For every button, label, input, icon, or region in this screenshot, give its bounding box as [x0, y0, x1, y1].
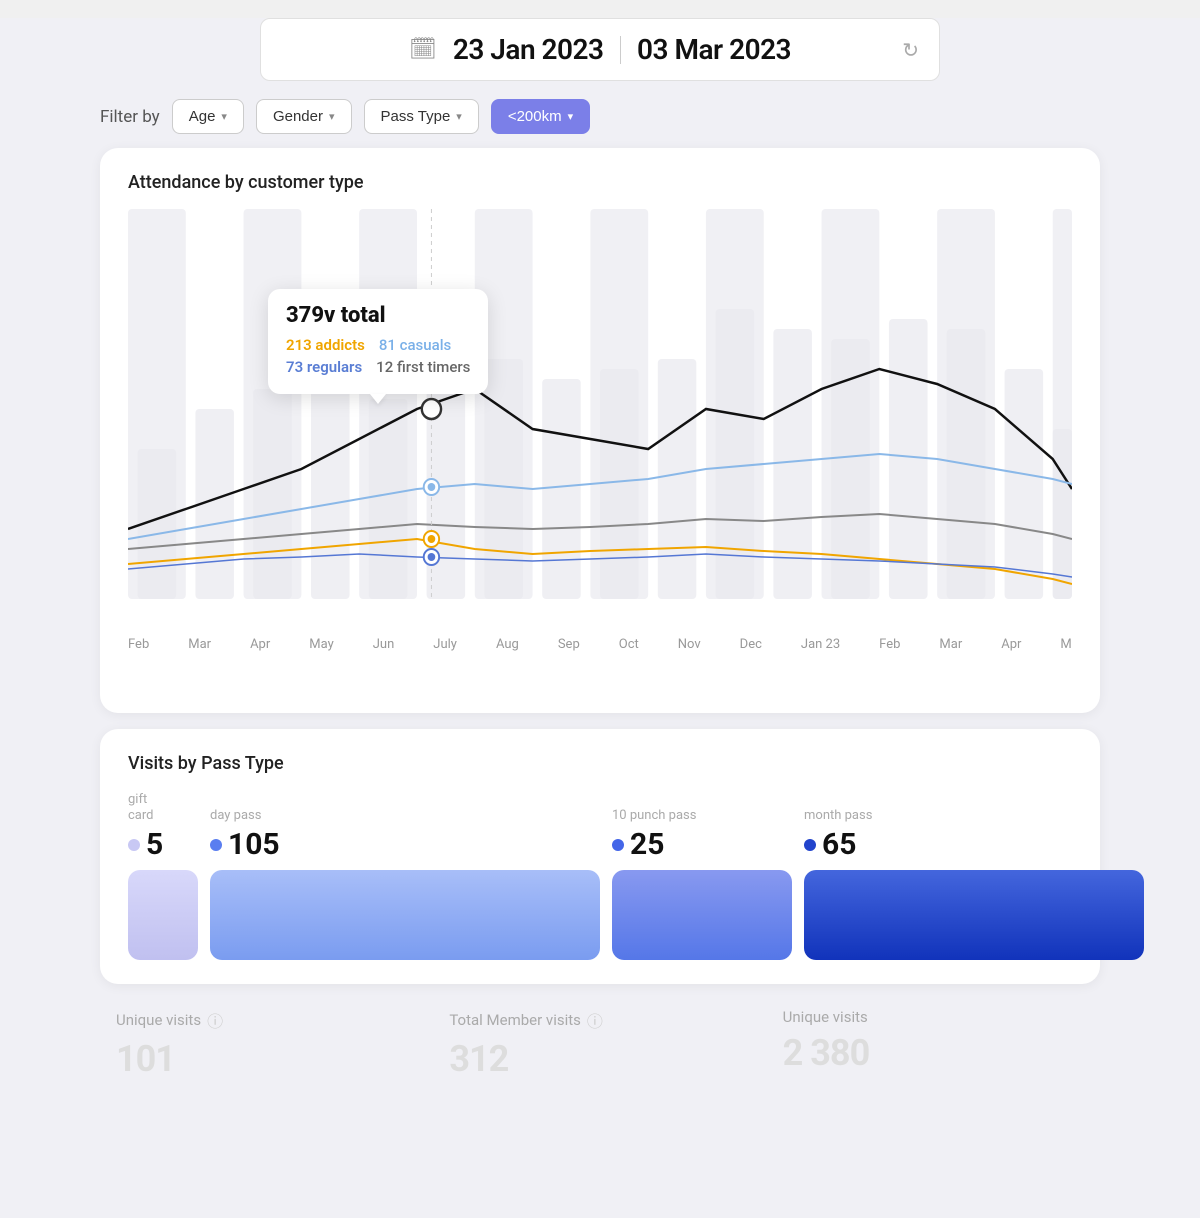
pass-count-gift: 5: [146, 827, 163, 862]
chevron-down-icon: ▾: [329, 110, 335, 123]
tooltip-firsttimers: 12 first timers: [376, 358, 470, 376]
pass-dot-gift: [128, 839, 140, 851]
pass-label-month: month pass: [804, 808, 872, 824]
pass-dot-punch: [612, 839, 624, 851]
x-label-july: July: [433, 637, 457, 652]
pass-col-punch: 10 punch pass 25: [612, 808, 792, 961]
pass-count-day: 105: [228, 827, 280, 862]
x-label-jun: Jun: [373, 637, 395, 652]
x-label-aug: Aug: [496, 637, 519, 652]
chevron-down-icon: ▾: [456, 110, 462, 123]
stat-col-member: Total Member visits ⓘ 312: [433, 1008, 766, 1080]
x-label-nov: Nov: [678, 637, 701, 652]
pass-count-row-month: 65: [804, 827, 856, 862]
stat-label-unique2: Unique visits: [783, 1008, 1084, 1026]
visits-title: Visits by Pass Type: [128, 753, 1072, 774]
pass-bar-day: [210, 870, 600, 960]
filter-gender-button[interactable]: Gender ▾: [256, 99, 352, 134]
tooltip-casuals: 81 casuals: [379, 336, 451, 354]
end-date[interactable]: 03 Mar 2023: [637, 33, 791, 66]
x-label-apr2: Apr: [1001, 637, 1021, 652]
pass-label-gift: gift card: [128, 792, 154, 823]
pass-count-row-day: 105: [210, 827, 280, 862]
tooltip-row-2: 73 regulars 12 first timers: [286, 358, 470, 376]
tooltip-row-1: 213 addicts 81 casuals: [286, 336, 470, 354]
pass-grid: gift card 5 day pass 105 10 punch pass: [128, 792, 1072, 960]
pass-bar-month: [804, 870, 1144, 960]
filter-passtype-button[interactable]: Pass Type ▾: [364, 99, 479, 134]
pass-col-day: day pass 105: [210, 808, 600, 961]
attendance-card: Attendance by customer type 379v total 2…: [100, 148, 1100, 713]
pass-bar-gift: [128, 870, 198, 960]
pass-count-row-punch: 25: [612, 827, 664, 862]
pass-count-month: 65: [822, 827, 856, 862]
filter-age-button[interactable]: Age ▾: [172, 99, 244, 134]
tooltip-arrow: [370, 394, 386, 404]
chevron-down-icon: ▾: [221, 110, 227, 123]
pass-col-month: month pass 65: [804, 808, 1144, 961]
x-label-oct: Oct: [619, 637, 639, 652]
x-label-may: May: [309, 637, 333, 652]
chart-tooltip: 379v total 213 addicts 81 casuals 73 reg…: [268, 289, 488, 394]
attendance-title: Attendance by customer type: [128, 172, 1072, 193]
x-label-apr: Apr: [250, 637, 270, 652]
pass-count-row-gift: 5: [128, 827, 163, 862]
x-label-dec: Dec: [740, 637, 762, 652]
x-axis-labels: Feb Mar Apr May Jun July Aug Sep Oct Nov…: [128, 633, 1072, 652]
pass-count-punch: 25: [630, 827, 664, 862]
stat-col-unique2: Unique visits 2 380: [767, 1008, 1100, 1080]
visits-card: Visits by Pass Type gift card 5 day pass…: [100, 729, 1100, 984]
attendance-svg-chart: [128, 209, 1072, 629]
pass-col-gift: gift card 5: [128, 792, 198, 960]
filter-distance-button[interactable]: <200km ▾: [491, 99, 590, 134]
stat-col-unique: Unique visits ⓘ 101: [100, 1008, 433, 1080]
start-date[interactable]: 23 Jan 2023: [453, 33, 604, 66]
date-divider: [620, 36, 622, 64]
pass-label-day: day pass: [210, 808, 261, 824]
pass-label-punch: 10 punch pass: [612, 808, 696, 824]
stat-value-unique2: 2 380: [783, 1032, 1084, 1074]
x-label-jan23: Jan 23: [801, 637, 840, 652]
pass-bar-punch: [612, 870, 792, 960]
stat-value-unique: 101: [116, 1038, 417, 1080]
info-icon-1[interactable]: ⓘ: [207, 1008, 223, 1032]
x-label-mar2: Mar: [939, 637, 962, 652]
filter-label: Filter by: [100, 107, 160, 127]
tooltip-addicts: 213 addicts: [286, 336, 365, 354]
stat-label-member: Total Member visits ⓘ: [449, 1008, 750, 1032]
tooltip-regulars: 73 regulars: [286, 358, 362, 376]
chevron-down-icon: ▾: [568, 110, 574, 123]
filter-row: Filter by Age ▾ Gender ▾ Pass Type ▾ <20…: [0, 81, 1200, 148]
tooltip-total: 379v total: [286, 303, 470, 328]
x-label-feb: Feb: [128, 637, 149, 652]
date-range-bar: 🗓 23 Jan 2023 03 Mar 2023 ↻: [260, 18, 940, 81]
stat-label-unique: Unique visits ⓘ: [116, 1008, 417, 1032]
x-label-sep: Sep: [558, 637, 580, 652]
x-label-mar: Mar: [188, 637, 211, 652]
calendar-icon: 🗓: [409, 37, 437, 62]
pass-dot-month: [804, 839, 816, 851]
x-label-m: M: [1060, 637, 1071, 652]
pass-dot-day: [210, 839, 222, 851]
stats-row: Unique visits ⓘ 101 Total Member visits …: [0, 984, 1200, 1080]
stat-value-member: 312: [449, 1038, 750, 1080]
refresh-icon[interactable]: ↻: [902, 38, 919, 62]
info-icon-2[interactable]: ⓘ: [587, 1008, 603, 1032]
x-label-feb2: Feb: [879, 637, 900, 652]
attendance-chart-area: 379v total 213 addicts 81 casuals 73 reg…: [128, 209, 1072, 689]
